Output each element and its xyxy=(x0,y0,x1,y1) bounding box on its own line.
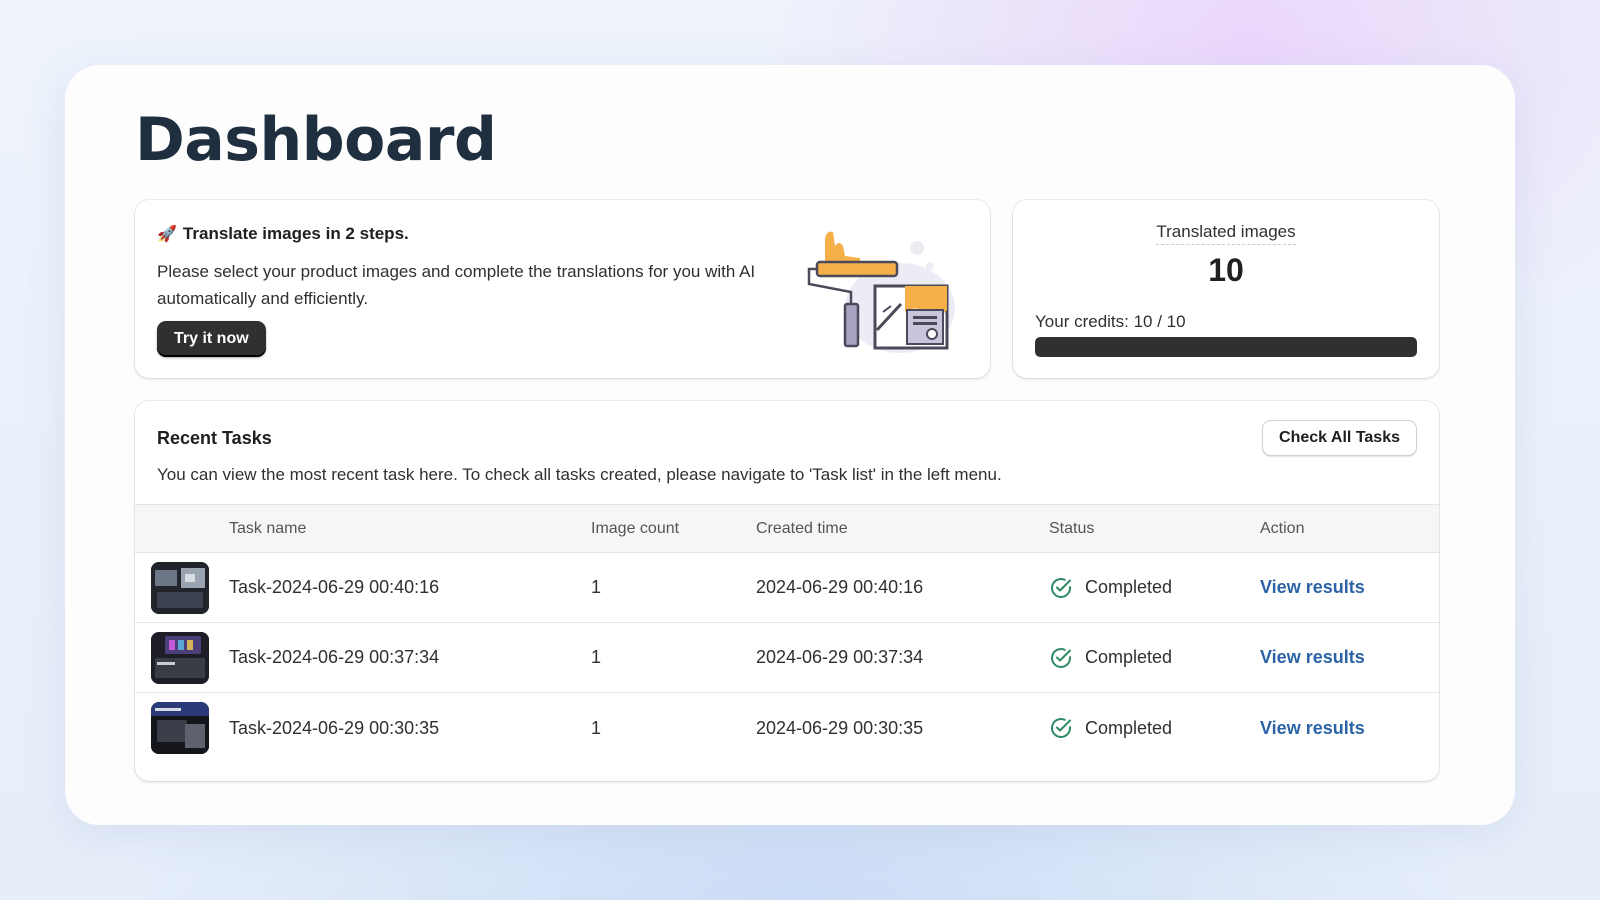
column-header-image-count: Image count xyxy=(591,519,680,537)
credits-progress-fill xyxy=(1035,337,1417,357)
image-count: 1 xyxy=(591,647,602,667)
promo-description: Please select your product images and co… xyxy=(157,262,756,308)
check-circle-icon xyxy=(1051,718,1071,738)
translated-images-count: 10 xyxy=(1208,252,1244,288)
credits-text: Your credits: 10 / 10 xyxy=(1035,312,1186,331)
recent-tasks-title: Recent Tasks xyxy=(157,428,272,448)
thumbnail-cell xyxy=(151,623,209,692)
dashboard-frame: Dashboard 🚀 Translate images in 2 steps.… xyxy=(65,65,1515,825)
column-header-task-name: Task name xyxy=(229,519,307,537)
task-name: Task-2024-06-29 00:40:16 xyxy=(229,577,440,597)
created-time: 2024-06-29 00:30:35 xyxy=(756,717,924,738)
task-thumbnail[interactable] xyxy=(151,631,209,684)
credits-card: Translated images 10 Your credits: 10 / … xyxy=(1013,200,1439,378)
view-results-link[interactable]: View results xyxy=(1260,647,1365,668)
rocket-icon: 🚀 xyxy=(157,226,177,243)
status-text: Completed xyxy=(1085,577,1173,597)
table-row: Task-2024-06-29 00:37:34 1 2024-06-29 00… xyxy=(135,623,1439,693)
promo-title-text: Translate images in 2 steps. xyxy=(182,224,409,243)
action-cell: View results xyxy=(1260,553,1365,622)
try-it-now-button[interactable]: Try it now xyxy=(157,321,266,357)
status-cell: Completed xyxy=(1049,623,1172,692)
tasks-table: Task name Image count Created time Statu… xyxy=(135,504,1439,763)
image-count: 1 xyxy=(591,577,602,597)
action-cell: View results xyxy=(1260,693,1365,763)
task-thumbnail[interactable] xyxy=(151,561,209,614)
view-results-link[interactable]: View results xyxy=(1260,718,1365,739)
status-cell: Completed xyxy=(1049,693,1172,763)
action-cell: View results xyxy=(1260,623,1365,692)
task-name: Task-2024-06-29 00:30:35 xyxy=(229,717,440,738)
promo-card: 🚀 Translate images in 2 steps. Please se… xyxy=(135,200,990,378)
column-header-status: Status xyxy=(1049,519,1095,537)
view-results-link[interactable]: View results xyxy=(1260,577,1365,598)
page-title: Dashboard xyxy=(135,105,497,175)
check-circle-icon xyxy=(1051,647,1071,668)
thumbnail-cell xyxy=(151,693,209,763)
table-header: Task name Image count Created time Statu… xyxy=(135,504,1439,553)
column-header-created-time: Created time xyxy=(756,519,848,537)
created-time: 2024-06-29 00:40:16 xyxy=(756,577,924,597)
recent-tasks-description: You can view the most recent task here. … xyxy=(157,465,1002,484)
created-time: 2024-06-29 00:37:34 xyxy=(756,647,924,667)
check-all-tasks-button[interactable]: Check All Tasks xyxy=(1262,420,1417,456)
status-text: Completed xyxy=(1085,717,1173,738)
image-count: 1 xyxy=(591,717,602,738)
status-cell: Completed xyxy=(1049,553,1172,622)
promo-title: 🚀 Translate images in 2 steps. xyxy=(157,224,409,244)
status-text: Completed xyxy=(1085,647,1173,667)
paint-roller-illustration xyxy=(807,231,955,353)
task-thumbnail[interactable] xyxy=(151,702,209,754)
table-row: Task-2024-06-29 00:30:35 1 2024-06-29 00… xyxy=(135,693,1439,763)
task-name: Task-2024-06-29 00:37:34 xyxy=(229,647,440,667)
translated-images-label-wrap: Translated images xyxy=(1013,222,1439,245)
credits-progress-bar xyxy=(1035,337,1417,357)
recent-tasks-card: Recent Tasks Check All Tasks You can vie… xyxy=(135,401,1439,781)
thumbnail-cell xyxy=(151,553,209,622)
table-row: Task-2024-06-29 00:40:16 1 2024-06-29 00… xyxy=(135,553,1439,623)
translated-images-label: Translated images xyxy=(1156,222,1296,245)
check-circle-icon xyxy=(1051,577,1071,598)
column-header-action: Action xyxy=(1260,519,1305,537)
